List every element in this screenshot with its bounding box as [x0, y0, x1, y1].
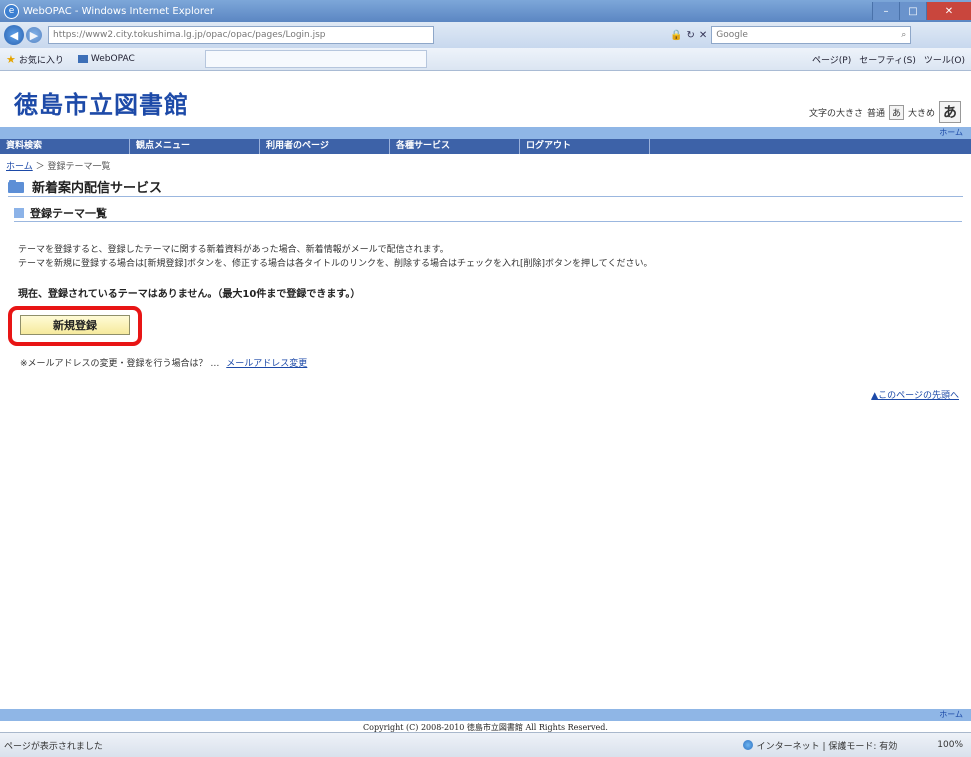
breadcrumb: ホーム ＞ 登録テーマ一覧: [6, 159, 111, 172]
security-zone: インターネット | 保護モード: 有効: [742, 739, 898, 752]
service-title: 新着案内配信サービス: [32, 180, 163, 196]
header-strip: ホーム: [0, 127, 971, 139]
breadcrumb-current: 登録テーマ一覧: [47, 162, 111, 172]
minimize-button[interactable]: –: [872, 2, 899, 20]
tab-page-icon: [77, 55, 88, 63]
nav-item-logout[interactable]: ログアウト: [520, 139, 650, 154]
favorites-star-icon[interactable]: ★: [6, 53, 16, 66]
address-bar: ◀ ▶ https://www2.city.tokushima.lg.jp/op…: [0, 22, 971, 48]
font-normal-button[interactable]: 普通: [867, 106, 885, 119]
description-line-1: テーマを登録すると、登録したテーマに関する新着資料があった場合、新着情報がメール…: [18, 245, 449, 255]
breadcrumb-home-link[interactable]: ホーム: [6, 162, 33, 172]
section-title: 登録テーマ一覧: [30, 207, 107, 220]
stop-icon[interactable]: ✕: [699, 30, 707, 41]
nav-item-search[interactable]: 資料検索: [0, 139, 130, 154]
font-size-switcher: 文字の大きさ 普通 あ 大きめ あ: [809, 101, 961, 123]
globe-icon: [742, 740, 753, 750]
tab-label: WebOPAC: [90, 54, 135, 64]
mail-change-question: ※メールアドレスの変更・登録を行う場合は？ …: [20, 359, 220, 369]
window-titlebar: e WebOPAC - Windows Internet Explorer – …: [0, 0, 971, 22]
tools-menu[interactable]: ツール(O): [924, 53, 965, 66]
refresh-icon[interactable]: ↻: [686, 30, 694, 41]
section-marker-icon: [14, 208, 24, 218]
forward-icon[interactable]: ▶: [26, 27, 42, 43]
new-registration-button[interactable]: 新規登録: [20, 315, 130, 335]
safety-menu[interactable]: セーフティ(S): [859, 53, 916, 66]
main-nav: 資料検索 観点メニュー 利用者のページ 各種サービス ログアウト: [0, 139, 971, 154]
lock-icon[interactable]: 🔒: [670, 30, 682, 41]
page-content: 徳島市立図書館 文字の大きさ 普通 あ 大きめ あ ホーム 資料検索 観点メニュ…: [0, 71, 971, 732]
back-icon[interactable]: ◀: [4, 25, 24, 45]
folder-icon: [8, 179, 26, 193]
nav-item-user-page[interactable]: 利用者のページ: [260, 139, 390, 154]
search-engine-label: Google: [716, 30, 748, 40]
font-large-button[interactable]: 大きめ: [908, 106, 935, 119]
browser-tab[interactable]: WebOPAC: [77, 54, 135, 64]
font-small-glyph-button[interactable]: あ: [888, 104, 904, 120]
service-title-bar: 新着案内配信サービス: [8, 176, 963, 197]
registration-status: 現在、登録されているテーマはありません。（最大10件まで登録できます。）: [18, 289, 361, 300]
search-input[interactable]: Google ⌕: [711, 26, 912, 44]
search-icon[interactable]: ⌕: [901, 27, 906, 43]
new-tab-area[interactable]: [204, 50, 427, 68]
favorites-button[interactable]: お気に入り: [19, 53, 64, 66]
font-size-label: 文字の大きさ: [808, 108, 863, 119]
maximize-button[interactable]: □: [899, 2, 926, 20]
browser-statusbar: ページが表示されました インターネット | 保護モード: 有効 100%: [0, 732, 971, 757]
footer-home-link[interactable]: ホーム: [939, 709, 963, 720]
zoom-level[interactable]: 100%: [937, 740, 963, 750]
description-line-2: テーマを新規に登録する場合は[新規登録]ボタンを、修正する場合は各タイトルのリン…: [18, 259, 653, 269]
ie-logo-icon: e: [4, 3, 19, 19]
close-button[interactable]: ✕: [926, 2, 971, 20]
mail-change-link[interactable]: メールアドレス変更: [226, 359, 307, 369]
zone-text: インターネット | 保護モード: 有効: [756, 741, 898, 752]
page-menu[interactable]: ページ(P): [812, 53, 851, 66]
mail-change-line: ※メールアドレスの変更・登録を行う場合は？ … メールアドレス変更: [20, 356, 307, 369]
header-home-link[interactable]: ホーム: [939, 127, 963, 138]
font-large-glyph-button[interactable]: あ: [939, 101, 961, 123]
library-title: 徳島市立図書館: [14, 90, 189, 119]
status-text: ページが表示されました: [4, 741, 103, 752]
nav-item-menu[interactable]: 観点メニュー: [130, 139, 260, 154]
window-title: WebOPAC - Windows Internet Explorer: [23, 5, 215, 17]
nav-item-services[interactable]: 各種サービス: [390, 139, 520, 154]
page-top-link[interactable]: ▲このページの先頭へ: [871, 388, 959, 401]
url-field[interactable]: https://www2.city.tokushima.lg.jp/opac/o…: [48, 26, 434, 44]
favorites-bar: ★ お気に入り WebOPAC ページ(P) セーフティ(S) ツール(O): [0, 48, 971, 71]
command-bar: ページ(P) セーフティ(S) ツール(O): [812, 53, 965, 66]
section-title-bar: 登録テーマ一覧: [14, 205, 962, 222]
breadcrumb-separator: ＞: [35, 162, 48, 172]
footer-strip: ホーム: [0, 709, 971, 721]
